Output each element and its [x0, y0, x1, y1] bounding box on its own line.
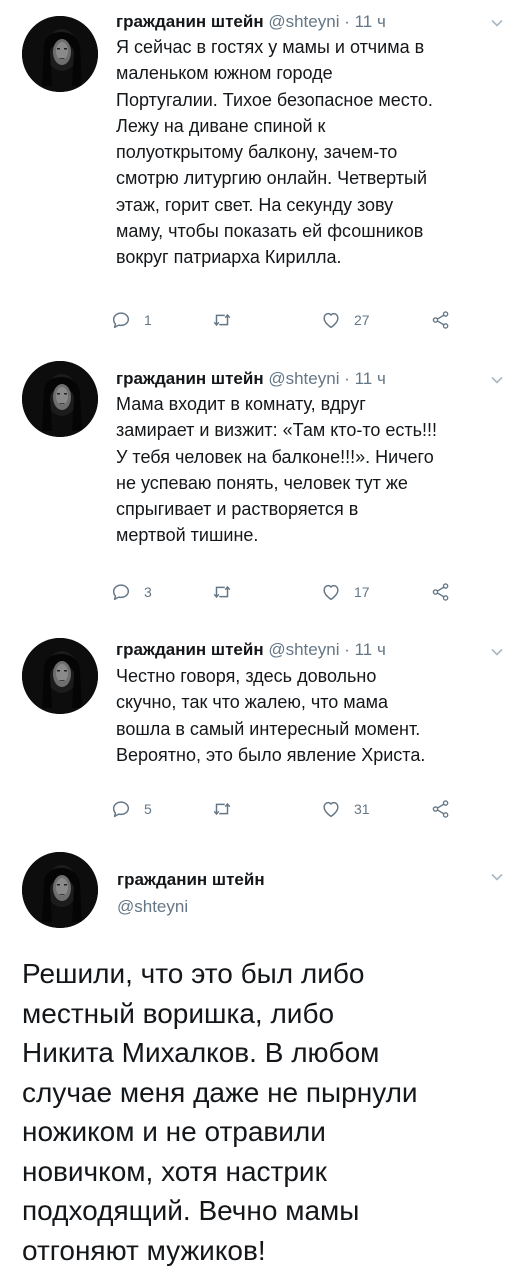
share-button[interactable] [430, 798, 452, 820]
retweet-button[interactable] [211, 309, 233, 331]
tweet-text: Решили, что это был либо местный воришка… [22, 958, 418, 1266]
avatar-image [22, 638, 98, 714]
tweet-text: Честно говоря, здесь довольно скучно, та… [116, 666, 426, 765]
reply-button[interactable]: 5 [110, 798, 152, 820]
reply-button[interactable]: 3 [110, 581, 152, 603]
timestamp[interactable]: 11 ч [355, 640, 386, 659]
heart-icon [320, 581, 342, 603]
like-count: 31 [354, 801, 370, 817]
tweet[interactable]: гражданин штейн @shteyni · 11 ч Я сейчас… [0, 0, 522, 345]
display-name[interactable]: гражданин штейн [116, 369, 264, 388]
avatar[interactable] [22, 361, 98, 437]
chevron-down-icon[interactable] [490, 645, 504, 659]
chevron-down-icon[interactable] [490, 373, 504, 387]
tweet-actions: 5 31 [110, 798, 470, 820]
tweet-actions: 3 17 [110, 581, 470, 603]
separator-dot: · [344, 640, 350, 659]
tweet-header: гражданин штейн @shteyni · 11 ч [116, 639, 386, 661]
heart-icon [320, 309, 342, 331]
reply-count: 3 [144, 584, 152, 600]
share-icon [430, 798, 452, 820]
tweet[interactable]: гражданин штейн @shteyni · 11 ч Честно г… [0, 620, 522, 830]
chevron-down-icon[interactable] [490, 16, 504, 30]
avatar[interactable] [22, 852, 98, 928]
retweet-icon [211, 581, 233, 603]
display-name[interactable]: гражданин штейн [116, 640, 264, 659]
user-handle[interactable]: @shteyni [268, 640, 339, 659]
avatar[interactable] [22, 638, 98, 714]
display-name[interactable]: гражданин штейн [117, 869, 265, 891]
like-count: 27 [354, 312, 370, 328]
reply-icon [110, 309, 132, 331]
avatar-image [22, 852, 98, 928]
heart-icon [320, 798, 342, 820]
reply-count: 1 [144, 312, 152, 328]
like-button[interactable]: 31 [320, 798, 370, 820]
timestamp[interactable]: 11 ч [355, 369, 386, 388]
retweet-button[interactable] [211, 581, 233, 603]
retweet-icon [211, 798, 233, 820]
share-button[interactable] [430, 581, 452, 603]
tweet-header: гражданин штейн @shteyni · 11 ч [116, 368, 386, 390]
display-name[interactable]: гражданин штейн [116, 12, 264, 31]
user-handle[interactable]: @shteyni [268, 12, 339, 31]
separator-dot: · [344, 369, 350, 388]
reply-button[interactable]: 1 [110, 309, 152, 331]
tweet-header: гражданин штейн @shteyni · 11 ч [116, 11, 386, 33]
reply-count: 5 [144, 801, 152, 817]
avatar[interactable] [22, 16, 98, 92]
separator-dot: · [344, 12, 350, 31]
timestamp[interactable]: 11 ч [355, 12, 386, 31]
tweet-actions: 1 27 [110, 309, 470, 331]
tweet-text: Мама входит в комнату, вдруг замирает и … [116, 394, 438, 546]
reply-icon [110, 798, 132, 820]
share-icon [430, 309, 452, 331]
user-handle[interactable]: @shteyni [117, 896, 188, 918]
retweet-button[interactable] [211, 798, 233, 820]
chevron-down-icon[interactable] [490, 870, 504, 884]
tweet-text: Я сейчас в гостях у мамы и отчима в мале… [116, 37, 433, 268]
tweet[interactable]: гражданин штейн @shteyni · 11 ч Мама вхо… [0, 345, 522, 620]
share-button[interactable] [430, 309, 452, 331]
share-icon [430, 581, 452, 603]
like-button[interactable]: 27 [320, 309, 370, 331]
reply-icon [110, 581, 132, 603]
retweet-icon [211, 309, 233, 331]
like-button[interactable]: 17 [320, 581, 370, 603]
avatar-image [22, 16, 98, 92]
main-tweet[interactable]: гражданин штейн @shteyni Решили, что это… [0, 830, 522, 1278]
user-handle[interactable]: @shteyni [268, 369, 339, 388]
like-count: 17 [354, 584, 370, 600]
avatar-image [22, 361, 98, 437]
